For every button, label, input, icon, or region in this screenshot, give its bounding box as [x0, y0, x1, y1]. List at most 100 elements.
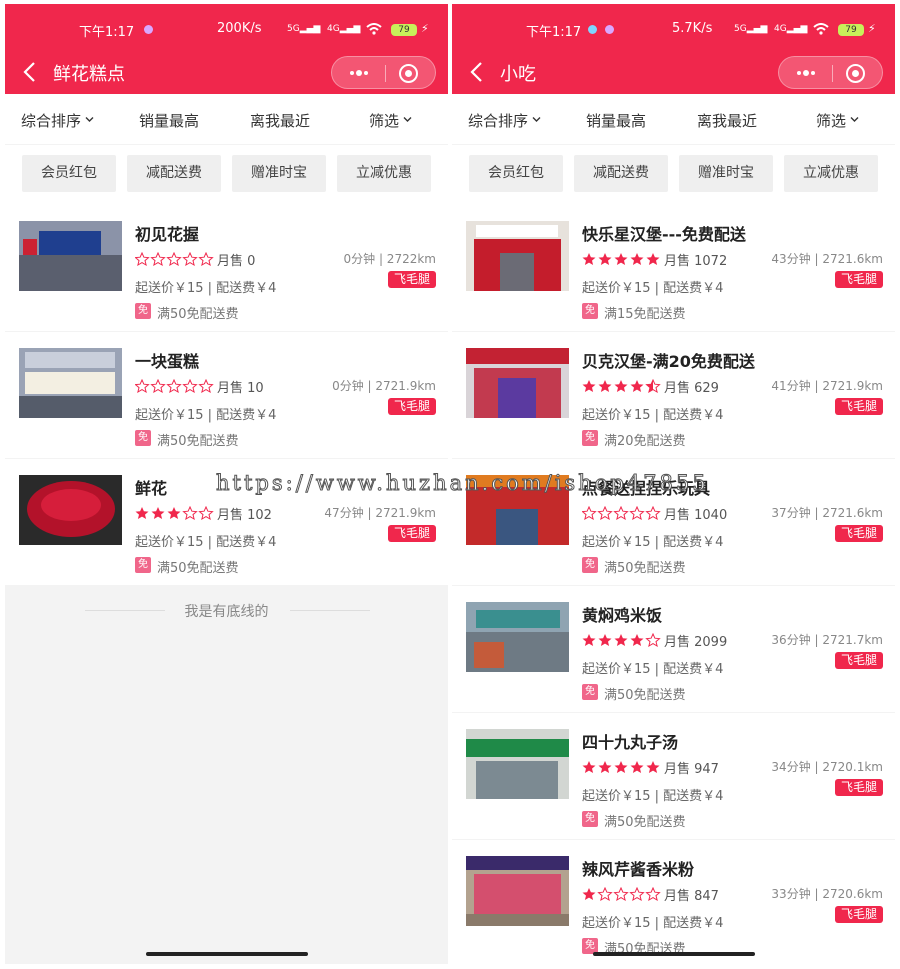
delivery-tag: 飞毛腿 [387, 525, 436, 542]
shop-item[interactable]: 初见花握 月售 0 0分钟 | 2722km 起送价￥15 | 配送费￥4 飞毛腿免满5… [5, 205, 448, 331]
min-order-and-fee: 起送价￥15 | 配送费￥4 [582, 662, 724, 677]
chip-delivery-discount[interactable]: 减配送费 [574, 155, 668, 192]
chip-member-coupon[interactable]: 会员红包 [22, 155, 116, 192]
shop-item[interactable]: 黄焖鸡米饭 月售 2099 36分钟 | 2721.7km 起送价￥15 | 配送费￥… [452, 586, 895, 712]
status-bar: 下午1:17 200K/s 5G▂▄▆ 4G▂▄▆ 79 ⚡ [5, 4, 448, 50]
shop-thumbnail [19, 348, 122, 418]
shop-item[interactable]: 四十九丸子汤 月售 947 34分钟 | 2720.1km 起送价￥15 | 配送费￥… [452, 713, 895, 839]
free-badge: 免 [582, 811, 598, 827]
chip-instant-discount[interactable]: 立减优惠 [784, 155, 878, 192]
shop-name: 四十九丸子汤 [582, 733, 679, 752]
battery-icon: 79 [391, 24, 417, 36]
min-order-and-fee: 起送价￥15 | 配送费￥4 [135, 281, 277, 296]
sort-sales[interactable]: 销量最高 [139, 110, 199, 131]
monthly-sales: 月售 0 [217, 254, 256, 269]
chip-instant-discount[interactable]: 立减优惠 [337, 155, 431, 192]
promo-text: 满20免配送费 [604, 434, 686, 449]
shop-thumbnail [466, 348, 569, 418]
shop-rating [135, 506, 215, 520]
promo-text: 满50免配送费 [157, 434, 239, 449]
min-order-and-fee: 起送价￥15 | 配送费￥4 [582, 281, 724, 296]
miniapp-capsule [331, 56, 436, 89]
sort-default[interactable]: 综合排序 [468, 110, 541, 131]
sort-default[interactable]: 综合排序 [21, 110, 94, 131]
sort-label: 筛选 [369, 112, 400, 130]
sort-sales[interactable]: 销量最高 [586, 110, 646, 131]
sort-label: 综合排序 [21, 112, 82, 130]
sort-filter[interactable]: 筛选 [816, 110, 859, 131]
shop-rating [582, 252, 662, 266]
shop-name: 鲜花 [135, 479, 168, 498]
star-rating-icon [582, 887, 661, 901]
min-order-and-fee: 起送价￥15 | 配送费￥4 [582, 535, 724, 550]
chip-on-time[interactable]: 赠准时宝 [679, 155, 773, 192]
title-bar: 鲜花糕点 [5, 50, 448, 94]
signal-icon: 5G▂▄▆ [734, 24, 768, 34]
min-order-and-fee: 起送价￥15 | 配送费￥4 [582, 916, 724, 931]
home-indicator[interactable] [593, 952, 755, 956]
monthly-sales: 月售 2099 [664, 635, 728, 650]
free-badge: 免 [582, 557, 598, 573]
shop-item[interactable]: 快乐星汉堡---免费配送 月售 1072 43分钟 | 2721.6km 起送价￥15… [452, 205, 895, 331]
shop-item[interactable]: 贝克汉堡-满20免费配送 月售 629 41分钟 | 2721.9km 起送价￥15 … [452, 332, 895, 458]
more-icon[interactable] [346, 65, 372, 81]
close-miniapp-icon[interactable] [845, 63, 866, 84]
sort-label: 离我最近 [697, 112, 758, 130]
shop-item[interactable]: 一块蛋糕 月售 10 0分钟 | 2721.9km 起送价￥15 | 配送费￥4 飞毛腿… [5, 332, 448, 458]
shop-rating [135, 252, 215, 266]
close-miniapp-icon[interactable] [398, 63, 419, 84]
delivery-time-distance: 33分钟 | 2720.6km [771, 887, 883, 901]
shop-name: 辣风芹酱香米粉 [582, 860, 695, 879]
more-icon[interactable] [793, 65, 819, 81]
sort-distance[interactable]: 离我最近 [250, 110, 310, 131]
free-badge: 免 [582, 430, 598, 446]
notification-dot-icon [605, 25, 614, 34]
sort-label: 销量最高 [139, 112, 200, 130]
sort-label: 筛选 [816, 112, 847, 130]
notification-dot-icon [588, 25, 597, 34]
miniapp-capsule [778, 56, 883, 89]
sort-distance[interactable]: 离我最近 [697, 110, 757, 131]
filter-chips: 会员红包 减配送费 赠准时宝 立减优惠 [5, 145, 448, 205]
sort-label: 销量最高 [586, 112, 647, 130]
chevron-down-icon [403, 117, 412, 122]
delivery-time-distance: 43分钟 | 2721.6km [771, 252, 883, 266]
watermark: https://www.huzhan.com/ishop47855 [216, 471, 709, 496]
signal-icon: 4G▂▄▆ [774, 24, 808, 34]
capsule-divider [385, 65, 386, 82]
star-rating-icon [582, 633, 661, 647]
signal-icon: 4G▂▄▆ [327, 24, 361, 34]
shop-rating [582, 633, 662, 647]
wifi-icon [813, 23, 829, 35]
shop-thumbnail [466, 602, 569, 672]
monthly-sales: 月售 847 [664, 889, 719, 904]
back-arrow-icon[interactable] [19, 60, 41, 84]
shop-rating [582, 379, 662, 393]
monthly-sales: 月售 629 [664, 381, 719, 396]
star-rating-icon [582, 253, 660, 265]
sort-filter[interactable]: 筛选 [369, 110, 412, 131]
promo-text: 满50免配送费 [157, 307, 239, 322]
sort-bar: 综合排序 销量最高 离我最近 筛选 [452, 94, 895, 144]
chip-member-coupon[interactable]: 会员红包 [469, 155, 563, 192]
delivery-tag: 飞毛腿 [387, 398, 436, 415]
star-rating-icon [135, 379, 214, 393]
status-time: 下午1:17 [526, 25, 582, 40]
shop-item[interactable]: 辣风芹酱香米粉月售 847 33分钟 | 2720.6km 起送价￥15 | 配送费… [452, 840, 895, 964]
min-order-and-fee: 起送价￥15 | 配送费￥4 [582, 408, 724, 423]
back-arrow-icon[interactable] [466, 60, 488, 84]
delivery-time-distance: 34分钟 | 2720.1km [771, 760, 883, 774]
charging-icon: ⚡ [421, 22, 429, 35]
home-indicator[interactable] [146, 952, 308, 956]
shop-name: 贝克汉堡-满20免费配送 [582, 352, 755, 371]
chip-on-time[interactable]: 赠准时宝 [232, 155, 326, 192]
min-order-and-fee: 起送价￥15 | 配送费￥4 [135, 408, 277, 423]
delivery-tag: 飞毛腿 [387, 271, 436, 288]
star-rating-icon [582, 506, 661, 520]
shop-thumbnail [19, 221, 122, 291]
network-speed: 5.7K/s [672, 21, 713, 36]
promo-text: 满50免配送费 [157, 561, 239, 576]
status-time: 下午1:17 [79, 25, 135, 40]
monthly-sales: 月售 1072 [664, 254, 728, 269]
chip-delivery-discount[interactable]: 减配送费 [127, 155, 221, 192]
